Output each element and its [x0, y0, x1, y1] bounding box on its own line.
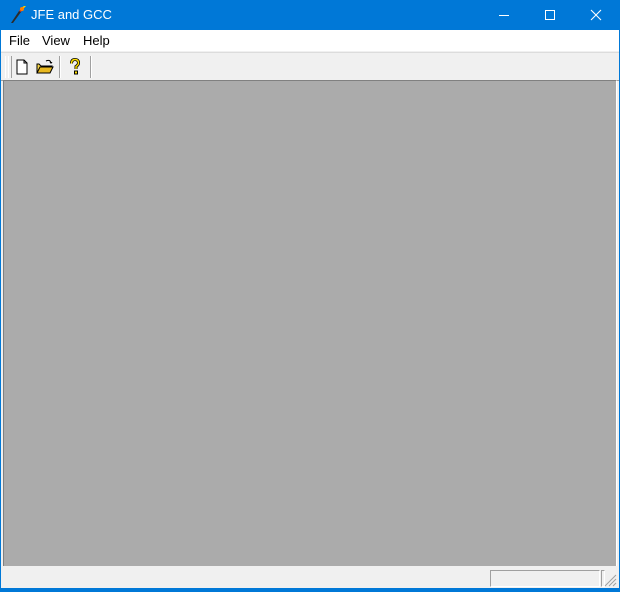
- menu-file[interactable]: File: [9, 33, 30, 48]
- help-icon: [70, 57, 81, 75]
- status-pane-main: [3, 570, 487, 587]
- close-icon: [590, 9, 602, 21]
- title-bar[interactable]: JFE and GCC: [1, 0, 619, 30]
- new-document-icon: [16, 59, 28, 75]
- open-file-button[interactable]: [34, 56, 56, 78]
- menu-view[interactable]: View: [42, 33, 70, 48]
- help-button[interactable]: [64, 56, 86, 78]
- menu-help[interactable]: Help: [83, 33, 110, 48]
- toolbar-separator: [59, 56, 61, 78]
- toolbar-separator: [90, 56, 92, 78]
- minimize-icon: [499, 15, 509, 16]
- window-title: JFE and GCC: [31, 7, 112, 22]
- open-folder-icon: [36, 59, 54, 74]
- app-window: JFE and GCC File View Help: [0, 0, 620, 589]
- mdi-client-area[interactable]: [3, 80, 617, 566]
- app-torch-icon: [9, 6, 27, 24]
- close-button[interactable]: [573, 0, 619, 30]
- maximize-button[interactable]: [527, 0, 573, 30]
- minimize-button[interactable]: [481, 0, 527, 30]
- maximize-icon: [545, 10, 555, 20]
- toolbar: [1, 52, 619, 81]
- menu-bar: File View Help: [1, 30, 619, 51]
- resize-grip-icon[interactable]: [603, 573, 617, 587]
- status-pane-side: [490, 570, 600, 587]
- new-file-button[interactable]: [11, 56, 33, 78]
- status-bar: [1, 567, 619, 588]
